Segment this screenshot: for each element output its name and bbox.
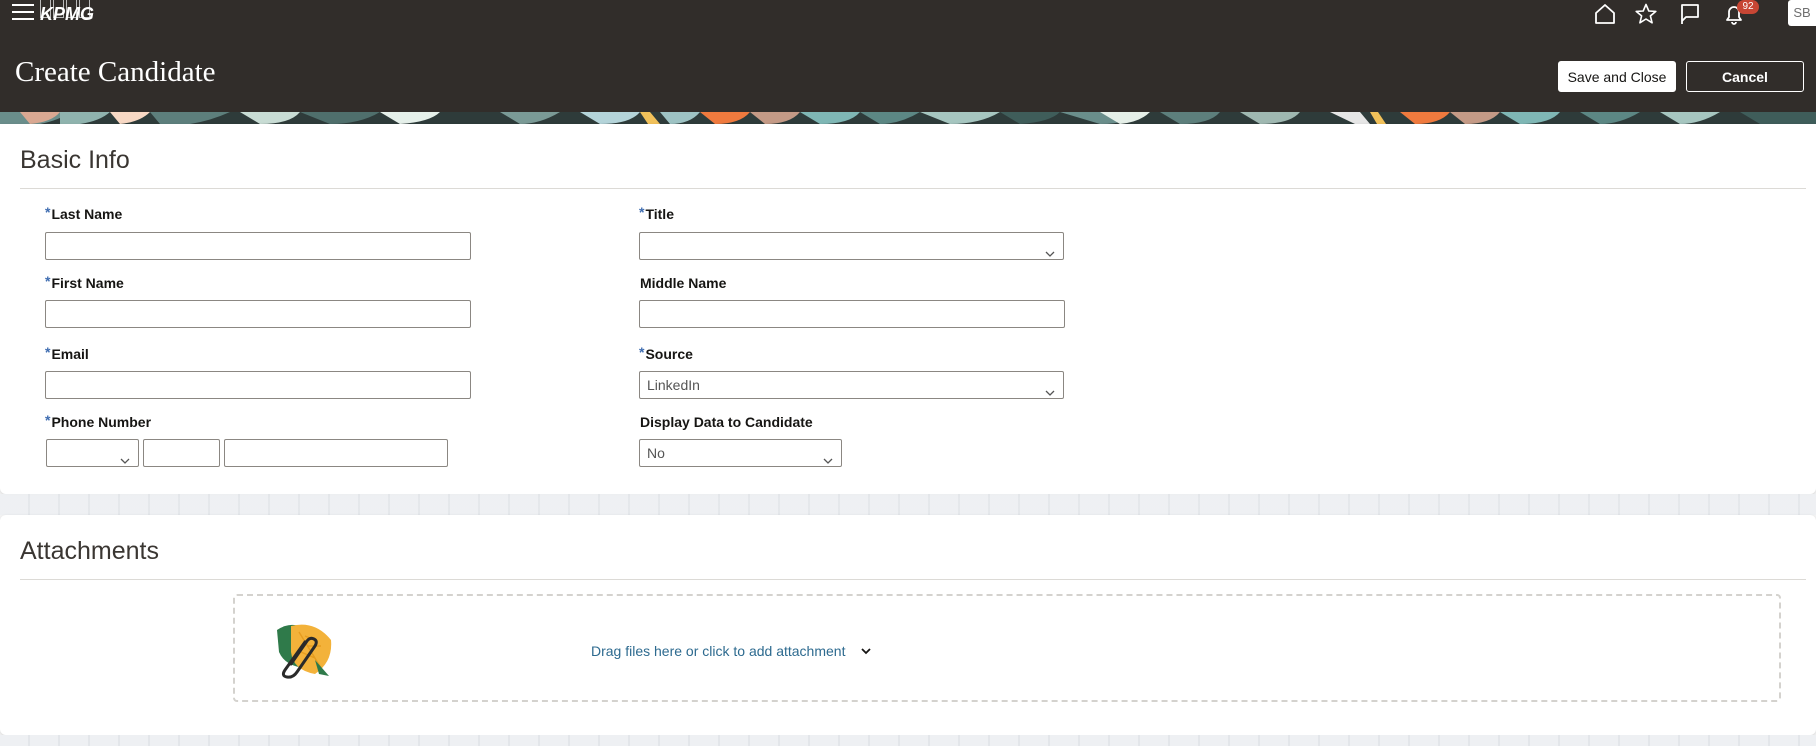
attachments-section: Attachments Drag files here or click to … — [0, 515, 1816, 735]
chevron-down-icon — [1045, 241, 1055, 257]
cancel-button[interactable]: Cancel — [1686, 61, 1804, 92]
phone-country-code-select[interactable] — [46, 439, 139, 467]
email-label: *Email — [45, 344, 89, 362]
display-data-select-value: No — [647, 445, 665, 461]
display-data-label: Display Data to Candidate — [640, 414, 813, 430]
phone-number-label: *Phone Number — [45, 412, 152, 430]
title-label: *Title — [639, 204, 674, 222]
section-divider — [20, 188, 1806, 189]
required-marker: * — [639, 344, 645, 360]
source-label-text: Source — [645, 346, 693, 362]
required-marker: * — [45, 344, 51, 360]
source-label: *Source — [639, 344, 693, 362]
chevron-down-icon — [823, 448, 833, 464]
first-name-label: *First Name — [45, 273, 124, 291]
source-select-value: LinkedIn — [647, 377, 700, 393]
section-divider — [20, 579, 1806, 580]
home-icon[interactable] — [1593, 2, 1617, 26]
last-name-label-text: Last Name — [51, 206, 123, 222]
attachments-title: Attachments — [20, 537, 159, 565]
title-select[interactable] — [639, 232, 1064, 260]
kpmg-logo[interactable]: KPMG — [40, 4, 94, 25]
display-data-select[interactable]: No — [639, 439, 842, 467]
notification-count-badge: 92 — [1737, 0, 1759, 14]
phone-area-code-input[interactable] — [143, 439, 220, 467]
save-and-close-button[interactable]: Save and Close — [1558, 61, 1676, 92]
flag-icon[interactable] — [1678, 2, 1702, 26]
page-title: Create Candidate — [15, 56, 216, 88]
page-header: KPMG 92 SB Create Candidate Save and Clo… — [0, 0, 1816, 112]
attachment-leaf-icon — [271, 616, 335, 680]
chevron-down-icon[interactable] — [859, 644, 873, 658]
drop-files-link[interactable]: Drag files here or click to add attachme… — [591, 643, 845, 659]
decorative-banner — [0, 112, 1816, 124]
required-marker: * — [639, 204, 645, 220]
last-name-label: *Last Name — [45, 204, 123, 222]
first-name-label-text: First Name — [51, 275, 124, 291]
user-avatar[interactable]: SB — [1788, 0, 1816, 26]
attachment-dropzone[interactable]: Drag files here or click to add attachme… — [233, 594, 1781, 702]
required-marker: * — [45, 204, 51, 220]
required-marker: * — [45, 412, 51, 428]
basic-info-title: Basic Info — [20, 146, 130, 174]
middle-name-input[interactable] — [639, 300, 1065, 328]
bottom-separator — [0, 735, 1816, 746]
phone-number-input[interactable] — [224, 439, 448, 467]
chevron-down-icon — [1045, 380, 1055, 396]
source-select[interactable]: LinkedIn — [639, 371, 1064, 399]
email-label-text: Email — [51, 346, 89, 362]
first-name-input[interactable] — [45, 300, 471, 328]
section-separator — [0, 494, 1816, 515]
basic-info-section: Basic Info *Last Name *First Name *Email… — [0, 124, 1816, 494]
middle-name-label: Middle Name — [640, 275, 727, 291]
star-icon[interactable] — [1634, 2, 1658, 26]
chevron-down-icon — [120, 448, 130, 464]
last-name-input[interactable] — [45, 232, 471, 260]
email-input[interactable] — [45, 371, 471, 399]
hamburger-menu-icon[interactable] — [12, 4, 34, 22]
title-label-text: Title — [645, 206, 674, 222]
phone-number-label-text: Phone Number — [51, 414, 152, 430]
required-marker: * — [45, 273, 51, 289]
